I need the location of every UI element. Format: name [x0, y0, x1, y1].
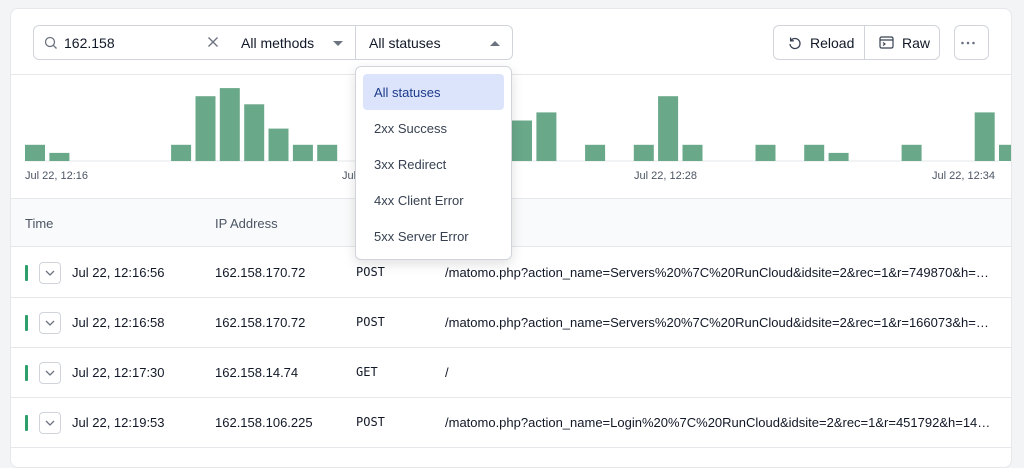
- clear-search-icon[interactable]: [206, 35, 220, 49]
- search-input[interactable]: [64, 34, 194, 51]
- table-row[interactable]: Jul 22, 12:16:58 162.158.170.72 POST/matom…: [11, 298, 1011, 348]
- status-indicator: [25, 265, 28, 281]
- method-filter-value: All methods: [241, 34, 315, 51]
- method-filter-select[interactable]: All methods: [228, 25, 356, 60]
- histogram-bar[interactable]: [219, 88, 240, 161]
- row-ip: 162.158.170.72: [215, 265, 306, 280]
- reload-button[interactable]: Reload: [773, 25, 865, 60]
- status-filter-value: All statuses: [369, 34, 441, 51]
- row-time: Jul 22, 12:16:58: [72, 315, 165, 330]
- search-box[interactable]: [33, 25, 229, 60]
- chevron-down-icon: [45, 270, 55, 276]
- expand-row-button[interactable]: [39, 362, 61, 384]
- status-option-5xx[interactable]: 5xx Server Error: [363, 218, 504, 254]
- histogram-bar[interactable]: [658, 96, 679, 161]
- histogram-bar[interactable]: [585, 144, 606, 161]
- raw-label: Raw: [902, 34, 931, 51]
- histogram-bar[interactable]: [25, 144, 45, 161]
- histogram-bar[interactable]: [974, 112, 995, 161]
- row-method: POST: [356, 265, 385, 279]
- row-ip: 162.158.170.72: [215, 315, 306, 330]
- row-time: Jul 22, 12:17:30: [72, 365, 165, 380]
- status-indicator: [25, 315, 28, 331]
- histogram-bar[interactable]: [828, 152, 849, 161]
- toolbar: All methods All statuses Reload Raw: [11, 9, 1011, 75]
- histogram-bar[interactable]: [536, 112, 557, 161]
- row-time: Jul 22, 12:16:56: [72, 265, 165, 280]
- ellipsis-icon: [960, 41, 975, 44]
- histogram-bar[interactable]: [633, 144, 654, 161]
- row-path[interactable]: /matomo.php?action_name=Servers%20%7C%20…: [445, 315, 995, 330]
- histogram-bar[interactable]: [999, 144, 1012, 161]
- chevron-down-icon: [333, 41, 343, 46]
- expand-row-button[interactable]: [39, 262, 61, 284]
- col-time-header[interactable]: Time: [25, 216, 53, 231]
- chevron-down-icon: [45, 320, 55, 326]
- histogram-bar[interactable]: [171, 144, 192, 161]
- chevron-up-icon: [490, 41, 500, 46]
- status-indicator: [25, 365, 28, 381]
- status-filter-dropdown: All statuses 2xx Success 3xx Redirect 4x…: [355, 66, 512, 260]
- histogram-bar[interactable]: [268, 128, 289, 161]
- status-indicator: [25, 415, 28, 431]
- status-option-all[interactable]: All statuses: [363, 74, 504, 110]
- expand-row-button[interactable]: [39, 312, 61, 334]
- row-ip: 162.158.14.74: [215, 365, 299, 380]
- table-row[interactable]: Jul 22, 12:17:30 162.158.14.74 GET /: [11, 348, 1011, 398]
- row-path[interactable]: /matomo.php?action_name=Servers%20%7C%20…: [445, 265, 995, 280]
- row-method: GET: [356, 365, 378, 379]
- reload-icon: [789, 37, 801, 49]
- row-method: POST: [356, 415, 385, 429]
- x-tick-label: Jul 22, 12:16: [25, 170, 88, 182]
- raw-button[interactable]: Raw: [864, 25, 940, 60]
- status-filter-select[interactable]: All statuses: [356, 25, 513, 60]
- x-tick-label: Jul 22, 12:34: [932, 170, 995, 182]
- raw-window-icon: [879, 36, 894, 49]
- histogram-bar[interactable]: [195, 96, 216, 161]
- status-option-3xx[interactable]: 3xx Redirect: [363, 146, 504, 182]
- reload-label: Reload: [810, 34, 855, 51]
- histogram-bar[interactable]: [317, 144, 338, 161]
- row-ip: 162.158.106.225: [215, 415, 313, 430]
- histogram-bar[interactable]: [755, 144, 776, 161]
- histogram-bar[interactable]: [804, 144, 825, 161]
- more-options-button[interactable]: [954, 25, 989, 60]
- x-tick-label: Jul 22, 12:28: [634, 170, 697, 182]
- histogram-bar[interactable]: [292, 144, 313, 161]
- status-option-2xx[interactable]: 2xx Success: [363, 110, 504, 146]
- chevron-down-icon: [45, 370, 55, 376]
- row-path[interactable]: /: [445, 365, 995, 380]
- histogram-bar[interactable]: [49, 152, 70, 161]
- histogram-bar[interactable]: [682, 144, 703, 161]
- row-time: Jul 22, 12:19:53: [72, 415, 165, 430]
- histogram-bar[interactable]: [244, 104, 265, 161]
- row-path[interactable]: /matomo.php?action_name=Login%20%7C%20Ru…: [445, 415, 995, 430]
- search-icon: [44, 36, 57, 49]
- histogram-bar[interactable]: [901, 144, 922, 161]
- status-option-4xx[interactable]: 4xx Client Error: [363, 182, 504, 218]
- expand-row-button[interactable]: [39, 412, 61, 434]
- col-ip-header[interactable]: IP Address: [215, 216, 278, 231]
- histogram-bar[interactable]: [512, 120, 532, 162]
- table-row[interactable]: Jul 22, 12:19:53 162.158.106.225 POST/mato…: [11, 398, 1011, 448]
- row-method: POST: [356, 315, 385, 329]
- chevron-down-icon: [45, 420, 55, 426]
